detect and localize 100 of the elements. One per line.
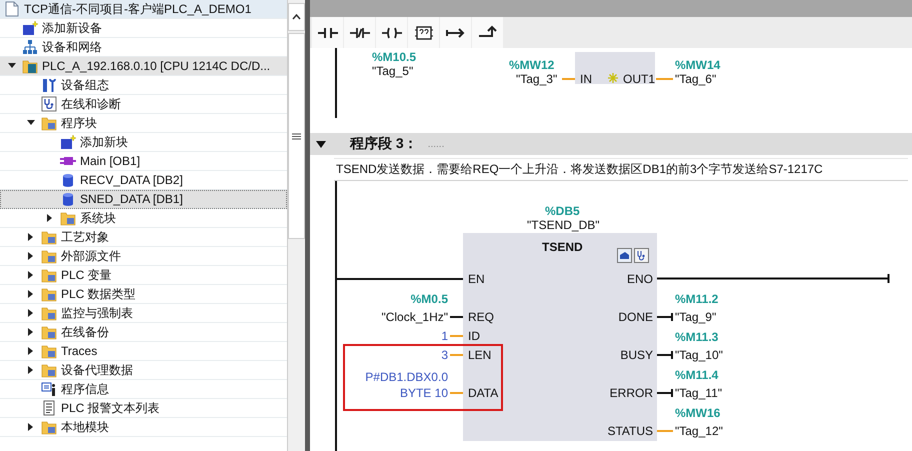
program-info-icon xyxy=(41,381,57,397)
folder-icon xyxy=(41,305,57,321)
scroll-up-icon[interactable] xyxy=(292,14,301,20)
constant-value: P#DB1.DBX0.0 xyxy=(365,370,448,384)
tree-item[interactable]: 设备组态 xyxy=(0,76,287,95)
tree-item[interactable]: 外部源文件 xyxy=(0,247,287,266)
stethoscope-icon[interactable] xyxy=(634,248,649,263)
sparkle-icon xyxy=(608,73,618,83)
tree-item[interactable]: PLC_A_192.168.0.10 [CPU 1214C DC/D... xyxy=(0,57,287,76)
instance-address: %DB5 xyxy=(545,204,580,218)
operand-tag: "Tag_11" xyxy=(675,386,722,400)
instance-name: "TSEND_DB" xyxy=(527,218,600,232)
open-branch-tool-button[interactable] xyxy=(440,17,471,48)
add-item-icon xyxy=(22,20,38,36)
close-branch-tool-button[interactable] xyxy=(472,17,503,48)
block-title: TSEND xyxy=(542,240,583,254)
pin-label: OUT1 xyxy=(623,72,656,86)
tree-item[interactable]: 监控与强制表 xyxy=(0,304,287,323)
device-folder-icon xyxy=(22,58,38,74)
operand-tag: "Tag_6" xyxy=(675,72,716,86)
tree-item[interactable]: Traces xyxy=(0,342,287,361)
tree-item[interactable]: 系统块 xyxy=(0,209,287,228)
operand-address: %M11.3 xyxy=(675,330,718,344)
operand-address: %M11.4 xyxy=(675,368,718,382)
collapsed-arrow-icon[interactable] xyxy=(28,328,34,336)
operand-address: %MW14 xyxy=(675,58,720,72)
add-item-icon xyxy=(60,134,76,150)
collapsed-arrow-icon[interactable] xyxy=(28,252,34,260)
expanded-arrow-icon[interactable] xyxy=(8,63,16,69)
operand-tag: "Tag_5" xyxy=(372,64,414,78)
database-icon xyxy=(60,172,76,188)
network-icon xyxy=(22,39,38,55)
scrollbar[interactable] xyxy=(287,0,305,451)
collapsed-arrow-icon[interactable] xyxy=(28,271,34,279)
pin-label: DONE xyxy=(618,310,653,324)
collapsed-arrow-icon[interactable] xyxy=(28,423,34,431)
tree-item[interactable]: 程序信息 xyxy=(0,380,287,399)
tree-item[interactable]: Main [OB1] xyxy=(0,152,287,171)
tree-item[interactable]: PLC 报警文本列表 xyxy=(0,399,287,418)
device-config-icon xyxy=(41,77,57,93)
operand-tag: "Tag_9" xyxy=(675,310,716,324)
tree-item[interactable]: SNED_DATA [DB1] xyxy=(0,190,287,209)
operand-tag: "Tag_3" xyxy=(516,72,558,86)
negated-contact-tool-button[interactable] xyxy=(344,17,375,48)
tree-item[interactable]: 工艺对象 xyxy=(0,228,287,247)
tree-item[interactable]: 设备代理数据 xyxy=(0,361,287,380)
expanded-arrow-icon[interactable] xyxy=(27,120,35,126)
operand-address: %M0.5 xyxy=(410,292,448,306)
network-comment[interactable]: TSEND发送数据．需要给REQ一个上升沿．将发送数据区DB1的前3个字节发送给S7-1217C xyxy=(336,161,823,178)
folder-icon xyxy=(41,362,57,378)
output-wire xyxy=(656,78,673,80)
constant-value: 1 xyxy=(441,329,448,343)
collapsed-arrow-icon[interactable] xyxy=(47,214,53,222)
operand-address: %MW16 xyxy=(675,406,720,420)
operand-tag: "Clock_1Hz" xyxy=(381,310,448,324)
constant-value: 3 xyxy=(441,348,448,362)
tree-item[interactable]: 添加新设备 xyxy=(0,19,287,38)
pin-label: ERROR xyxy=(610,386,653,400)
coil-tool-button[interactable] xyxy=(376,17,407,48)
operand-tag: "Tag_12" xyxy=(675,424,723,438)
block-icon[interactable] xyxy=(617,248,632,263)
tree-item[interactable]: 程序块 xyxy=(0,114,287,133)
coil-icon xyxy=(380,24,402,40)
folder-icon xyxy=(41,324,57,340)
network-title: 程序段 3： xyxy=(350,135,418,153)
folder-icon xyxy=(41,286,57,302)
operand-address: %M11.2 xyxy=(675,292,718,306)
tree-item[interactable]: 在线和诊断 xyxy=(0,95,287,114)
pin-label: EN xyxy=(468,272,485,286)
input-wire xyxy=(450,316,463,318)
database-icon xyxy=(60,191,76,207)
input-wire xyxy=(450,354,463,356)
tree-item[interactable]: 本地模块 xyxy=(0,418,287,437)
collapsed-arrow-icon[interactable] xyxy=(28,290,34,298)
constant-value: BYTE 10 xyxy=(400,386,448,400)
collapsed-arrow-icon[interactable] xyxy=(28,366,34,374)
stethoscope-icon xyxy=(41,96,57,112)
tree-item[interactable]: PLC 变量 xyxy=(0,266,287,285)
contact-tool-button[interactable] xyxy=(312,17,343,48)
output-wire xyxy=(657,430,673,432)
pin-label: ENO xyxy=(626,272,653,286)
pin-label: DATA xyxy=(468,386,498,400)
tree-item[interactable]: PLC 数据类型 xyxy=(0,285,287,304)
operand-address: %M10.5 xyxy=(372,50,416,64)
folder-icon xyxy=(41,419,57,435)
folder-icon xyxy=(60,210,76,226)
operand-tag: "Tag_10" xyxy=(675,348,723,362)
pin-label: IN xyxy=(580,72,592,86)
collapsed-arrow-icon[interactable] xyxy=(28,233,34,241)
document-icon xyxy=(4,1,20,17)
expanded-arrow-icon[interactable] xyxy=(316,140,326,148)
pin-label: REQ xyxy=(468,310,494,324)
tree-item[interactable]: TCP通信-不同项目-客户端PLC_A_DEMO1 xyxy=(0,0,287,19)
folder-icon xyxy=(41,248,57,264)
operand-address: %MW12 xyxy=(509,58,554,72)
output-wire xyxy=(657,389,673,397)
collapsed-arrow-icon[interactable] xyxy=(28,309,34,317)
tree-item[interactable]: 添加新块 xyxy=(0,133,287,152)
collapsed-arrow-icon[interactable] xyxy=(28,347,34,355)
tree-item[interactable]: 在线备份 xyxy=(0,323,287,342)
